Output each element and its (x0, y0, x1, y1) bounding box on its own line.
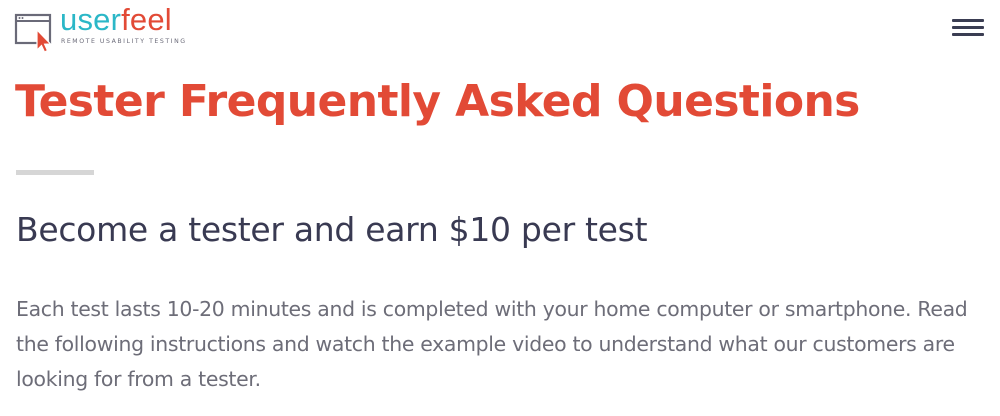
hamburger-menu-icon-line-1 (952, 19, 984, 22)
page-title: Tester Frequently Asked Questions (15, 76, 860, 127)
hamburger-menu-button[interactable] (950, 16, 986, 40)
logo-word-feel: feel (121, 2, 172, 37)
hamburger-menu-icon-line-3 (952, 33, 984, 36)
site-header: userfeel REMOTE USABILITY TESTING (0, 0, 1000, 60)
logo-tagline: REMOTE USABILITY TESTING (61, 38, 187, 45)
logo-word-user: user (60, 2, 122, 37)
userfeel-logo[interactable]: userfeel REMOTE USABILITY TESTING (14, 3, 204, 53)
hamburger-menu-icon-line-2 (952, 26, 984, 29)
browser-window-cursor-icon (14, 13, 52, 53)
section-subtitle: Become a tester and earn $10 per test (16, 210, 648, 249)
logo-wordmark: userfeel (60, 3, 172, 37)
intro-paragraph: Each test lasts 10-20 minutes and is com… (16, 297, 968, 391)
title-divider (16, 170, 94, 175)
